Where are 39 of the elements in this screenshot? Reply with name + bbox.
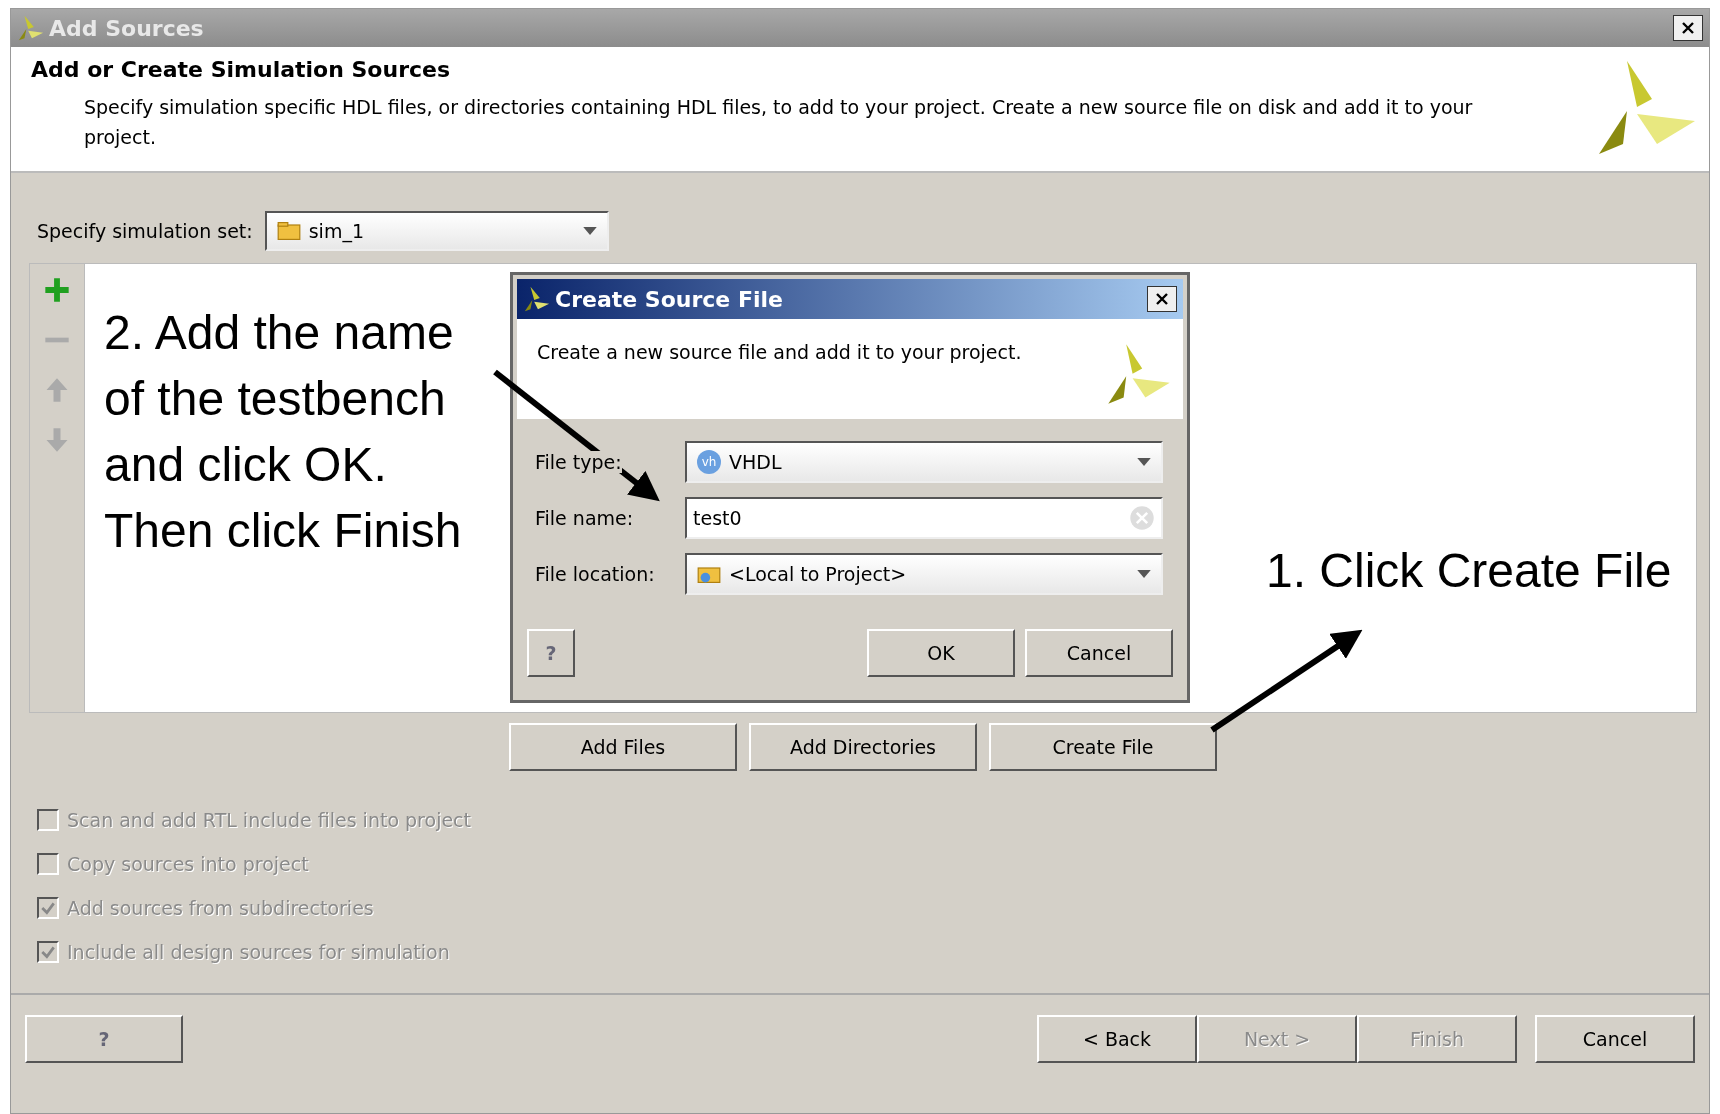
action-button[interactable]: Add Directories (749, 723, 977, 771)
dialog-description: Create a new source file and add it to your project. (537, 340, 1022, 365)
dialog-title: Create Source File (555, 286, 783, 312)
close-button[interactable] (1673, 15, 1703, 41)
page-description: Specify simulation specific HDL files, or directories containing HDL files, to add to your project. Create a new source file on disk and add it to your project. (83, 95, 1474, 150)
sim-set-dropdown[interactable]: sim_1 (264, 211, 609, 251)
caret-icon (1137, 457, 1151, 467)
option-label: Add sources from subdirectories (67, 897, 374, 919)
dropdown[interactable]: vh VHDL (685, 441, 1163, 483)
dialog-button[interactable]: OK (867, 629, 1015, 677)
option-label: Scan and add RTL include files into project (67, 809, 471, 831)
option-label: Include all design sources for simulation (67, 941, 450, 963)
dialog-button[interactable]: Cancel (1025, 629, 1173, 677)
footer-button[interactable]: < Back (1037, 1015, 1197, 1063)
action-button[interactable]: Create File (989, 723, 1217, 771)
annotation-text: 2. Add the name of the testbench and click OK. Then click Finish (104, 305, 462, 559)
annotation-text: 1. Click Create File (1266, 543, 1672, 599)
caret-icon (1137, 569, 1151, 579)
folder-icon (697, 564, 721, 584)
logo-icon (17, 14, 45, 42)
caret-icon (582, 226, 597, 236)
close-icon (1155, 292, 1169, 306)
field-label: File type: (535, 451, 622, 473)
window-title: Add Sources (49, 15, 204, 41)
file-type-icon: vh (697, 450, 721, 474)
logo-icon (523, 285, 551, 313)
help-button[interactable]: ? (25, 1015, 183, 1063)
dropdown[interactable]: <Local to Project> (685, 553, 1163, 595)
footer-button[interactable]: Cancel (1535, 1015, 1695, 1063)
close-button[interactable] (1147, 286, 1177, 312)
sim-set-label: Specify simulation set: (37, 220, 253, 242)
folder-icon (276, 221, 301, 241)
help-button[interactable]: ? (527, 629, 575, 677)
file-name-field[interactable]: test0 (685, 497, 1163, 539)
page-title: Add or Create Simulation Sources (31, 57, 452, 82)
close-icon (1681, 21, 1695, 35)
logo-icon (1107, 343, 1171, 407)
action-button[interactable]: Add Files (509, 723, 737, 771)
option-label: Copy sources into project (67, 853, 309, 875)
